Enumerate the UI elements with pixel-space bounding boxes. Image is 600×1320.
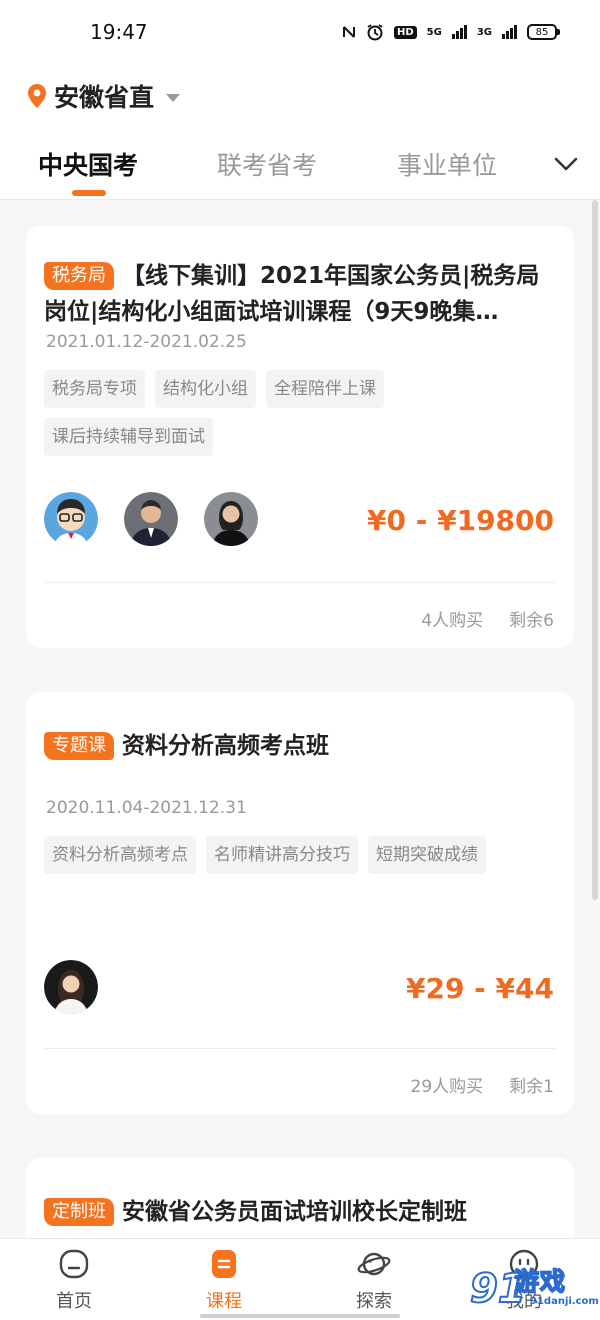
home-indicator — [200, 1314, 400, 1318]
nfc-icon — [342, 26, 355, 38]
course-price: ¥29 - ¥44 — [405, 972, 554, 1005]
caret-down-icon — [166, 94, 181, 102]
card-divider — [44, 1048, 556, 1049]
course-title: 定制班 安徽省公务员面试培训校长定制班 — [44, 1194, 556, 1230]
remaining-count: 剩余6 — [509, 611, 554, 631]
chevron-down-icon[interactable] — [552, 150, 580, 178]
site-watermark: 91 游戏 91danji.com — [468, 1260, 599, 1316]
avatar — [124, 492, 178, 546]
planet-icon — [357, 1252, 391, 1276]
course-tags: 税务局专项 结构化小组 全程陪伴上课 课后持续辅导到面试 — [44, 370, 556, 456]
location-pin-icon — [28, 84, 46, 108]
course-card[interactable]: 定制班 安徽省公务员面试培训校长定制班 — [26, 1158, 574, 1238]
signal-3g-icon — [502, 25, 517, 39]
course-badge: 税务局 — [44, 262, 114, 290]
course-tags: 资料分析高频考点 名师精讲高分技巧 短期突破成绩 — [44, 836, 556, 874]
nav-label: 首页 — [56, 1291, 92, 1312]
location-selector[interactable]: 安徽省直 — [28, 78, 181, 114]
tab-central-exam[interactable]: 中央国考 — [38, 146, 138, 182]
battery-level: 85 — [527, 24, 557, 40]
course-date: 2021.01.12-2021.02.25 — [46, 332, 247, 352]
course-tag: 课后持续辅导到面试 — [44, 418, 213, 456]
nav-item-course[interactable]: 课程 — [184, 1247, 264, 1313]
remaining-count: 剩余1 — [509, 1077, 554, 1097]
hd-badge: HD — [393, 25, 417, 39]
course-title: 专题课 资料分析高频考点班 — [44, 728, 556, 764]
course-tag: 名师精讲高分技巧 — [206, 836, 358, 874]
home-icon — [59, 1249, 89, 1279]
scrollbar[interactable] — [592, 200, 598, 900]
course-title: 税务局 【线下集训】2021年国家公务员|税务局岗位|结构化小组面试培训课程（9天… — [44, 258, 556, 330]
avatar — [44, 492, 98, 546]
course-icon — [212, 1250, 236, 1278]
status-time: 19:47 — [90, 20, 148, 44]
avatar — [204, 492, 258, 546]
course-title-text: 【线下集训】2021年国家公务员|税务局岗位|结构化小组面试培训课程（9天9晚集… — [44, 263, 540, 325]
purchase-count: 29人购买 — [410, 1077, 484, 1097]
course-card[interactable]: 专题课 资料分析高频考点班 2020.11.04-2021.12.31 资料分析高… — [26, 692, 574, 1114]
nav-item-explore[interactable]: 探索 — [334, 1247, 414, 1313]
course-price: ¥0 - ¥19800 — [367, 504, 554, 537]
teacher-avatars — [44, 960, 98, 1014]
nav-label: 探索 — [356, 1291, 392, 1312]
nav-label: 课程 — [206, 1291, 242, 1312]
teacher-avatars — [44, 492, 258, 546]
course-tag: 全程陪伴上课 — [266, 370, 384, 408]
course-meta: 4人购买 剩余6 — [421, 606, 554, 631]
course-badge: 定制班 — [44, 1198, 114, 1226]
tab-public-institution[interactable]: 事业单位 — [397, 146, 497, 182]
course-tag: 资料分析高频考点 — [44, 836, 196, 874]
watermark-text: 游戏 — [513, 1266, 567, 1297]
signal-5g-icon — [451, 25, 467, 39]
network-3g-label: 3G — [476, 26, 492, 38]
course-tag: 结构化小组 — [155, 370, 256, 408]
active-tab-indicator — [72, 190, 106, 196]
battery-icon: 85 — [527, 24, 560, 40]
course-tag: 短期突破成绩 — [368, 836, 486, 874]
nav-item-home[interactable]: 首页 — [34, 1247, 114, 1313]
course-meta: 29人购买 剩余1 — [411, 1072, 554, 1097]
watermark-url: 91danji.com — [530, 1296, 599, 1307]
alarm-icon — [367, 24, 383, 41]
location-label: 安徽省直 — [54, 83, 155, 112]
course-badge: 专题课 — [44, 732, 114, 760]
network-5g-label: 5G — [426, 26, 442, 38]
course-tag: 税务局专项 — [44, 370, 145, 408]
card-divider — [44, 582, 556, 583]
course-date: 2020.11.04-2021.12.31 — [46, 798, 247, 818]
avatar — [44, 960, 98, 1014]
tab-joint-exam[interactable]: 联考省考 — [217, 146, 317, 182]
course-title-text: 安徽省公务员面试培训校长定制班 — [122, 1199, 467, 1225]
course-card[interactable]: 税务局 【线下集训】2021年国家公务员|税务局岗位|结构化小组面试培训课程（9天… — [26, 226, 574, 648]
course-title-text: 资料分析高频考点班 — [122, 733, 329, 759]
purchase-count: 4人购买 — [421, 611, 484, 631]
header: 安徽省直 中央国考 联考省考 事业单位 — [0, 64, 600, 200]
status-bar: 19:47 HD 5G 3G 85 — [0, 0, 600, 64]
exam-tabs: 中央国考 联考省考 事业单位 — [0, 142, 600, 200]
status-icons: HD 5G 3G 85 — [342, 23, 560, 41]
